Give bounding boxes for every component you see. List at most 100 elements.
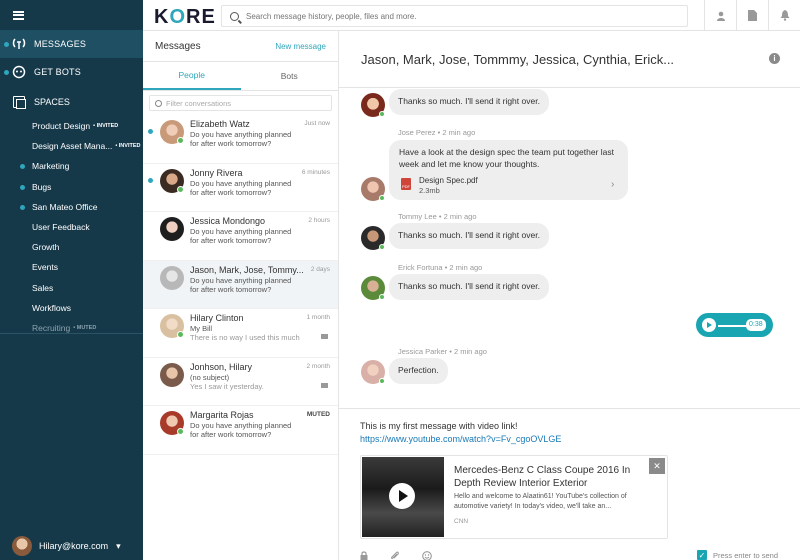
nav-messages[interactable]: MESSAGES bbox=[0, 30, 143, 58]
space-item[interactable]: Product Design • INVITED bbox=[0, 116, 143, 136]
sender-name: Jessica Parker bbox=[398, 347, 448, 356]
message-meta: Erick Fortuna • 2 min ago bbox=[398, 263, 483, 272]
online-indicator bbox=[379, 111, 385, 117]
messages-icon bbox=[12, 37, 26, 51]
online-indicator bbox=[379, 378, 385, 384]
space-item[interactable]: Recruiting • MUTED bbox=[0, 318, 143, 338]
files-button[interactable] bbox=[736, 0, 768, 31]
unread-dot bbox=[148, 177, 153, 183]
divider bbox=[0, 333, 143, 334]
spaces-list: Product Design • INVITED Design Asset Mana… bbox=[0, 116, 143, 338]
message-bubble: Thanks so much. I'll send it right over. bbox=[389, 89, 549, 115]
conversation-item[interactable]: Jonhson, Hilary 2 month (no subject) Yes I … bbox=[143, 358, 338, 406]
sidebar: MESSAGES GET BOTS SPACES Product Design •… bbox=[0, 0, 143, 560]
composer[interactable]: This is my first message with video link… bbox=[339, 408, 800, 560]
press-enter-toggle[interactable]: ✓ Press enter to send bbox=[696, 550, 778, 560]
play-icon[interactable] bbox=[389, 483, 415, 509]
conversation-time: MUTED bbox=[306, 411, 330, 418]
chat-header: Jason, Mark, Jose, Tommmy, Jessica, Cynt… bbox=[339, 31, 800, 88]
conversation-item[interactable]: Jonny Rivera 6 minutes Do you have anythin… bbox=[143, 164, 338, 212]
preview-line-2: Yes I saw it yesterday. bbox=[190, 381, 264, 391]
preview-line-1: Do you have anything planned bbox=[190, 130, 292, 139]
new-message-link[interactable]: New message bbox=[275, 42, 326, 51]
conversation-time: 2 hours bbox=[308, 217, 330, 224]
conversation-item[interactable]: Margarita Rojas MUTED Do you have anything… bbox=[143, 406, 338, 455]
conversation-item[interactable]: Jessica Mondongo 2 hours Do you have anyth… bbox=[143, 212, 338, 261]
panel-title: Messages bbox=[155, 40, 201, 52]
info-icon[interactable]: i bbox=[769, 53, 780, 64]
composer-link[interactable]: https://www.youtube.com/watch?v=Fv_cgoOV… bbox=[360, 434, 561, 444]
menu-icon[interactable] bbox=[13, 10, 24, 20]
avatar bbox=[160, 265, 184, 290]
message-bubble: Perfection. bbox=[389, 358, 448, 384]
spaces-header[interactable]: SPACES bbox=[0, 88, 143, 116]
conversation-panel: Messages New message People Bots Filter … bbox=[143, 31, 339, 560]
search-box[interactable] bbox=[221, 5, 688, 27]
unread-dot bbox=[20, 184, 25, 190]
attachment-name[interactable]: Design Spec.pdf bbox=[419, 176, 478, 185]
space-item[interactable]: User Feedback bbox=[0, 217, 143, 237]
nav-get-bots[interactable]: GET BOTS bbox=[0, 58, 143, 86]
conversation-time: 6 minutes bbox=[301, 168, 330, 176]
conversation-name: Jonhson, Hilary bbox=[190, 361, 253, 372]
conversation-item[interactable]: Elizabeth Watz Just now Do you have anythi… bbox=[143, 115, 338, 164]
online-indicator bbox=[177, 185, 184, 193]
mail-icon bbox=[321, 382, 328, 388]
conversation-time: 2 days bbox=[310, 265, 330, 273]
preview-line-2: for after work tomorrow? bbox=[190, 187, 272, 197]
tab-people[interactable]: People bbox=[143, 62, 241, 90]
checkbox-checked[interactable]: ✓ bbox=[696, 550, 707, 560]
link-preview-card[interactable]: Mercedes-Benz C Class Coupe 2016 In Dept… bbox=[360, 455, 668, 539]
voice-message[interactable]: 0:38 bbox=[696, 313, 773, 337]
bots-icon bbox=[12, 65, 26, 79]
avatar bbox=[160, 217, 184, 241]
online-indicator bbox=[177, 428, 184, 435]
online-indicator bbox=[379, 195, 385, 201]
conversation-name: Jason, Mark, Jose, Tommy... bbox=[190, 264, 304, 275]
space-label: Events bbox=[32, 262, 58, 273]
search-input[interactable] bbox=[246, 11, 666, 21]
remove-preview-button[interactable]: ✕ bbox=[649, 458, 665, 474]
logo: KORE bbox=[154, 6, 216, 28]
online-indicator bbox=[177, 331, 184, 338]
chevron-down-icon: ▾ bbox=[116, 540, 121, 551]
space-item[interactable]: Marketing bbox=[0, 156, 143, 176]
play-icon[interactable] bbox=[702, 318, 716, 332]
notifications-button[interactable] bbox=[768, 0, 800, 31]
space-label: Marketing bbox=[32, 161, 70, 172]
avatar bbox=[160, 362, 184, 387]
unread-dot bbox=[20, 204, 25, 210]
space-item[interactable]: San Mateo Office bbox=[0, 197, 143, 217]
space-item[interactable]: Workflows bbox=[0, 298, 143, 318]
chevron-right-icon[interactable]: › bbox=[611, 179, 614, 190]
message-meta: Tommy Lee • 2 min ago bbox=[398, 212, 477, 221]
message-meta: Jessica Parker • 2 min ago bbox=[398, 347, 487, 356]
composer-text[interactable]: This is my first message with video link… bbox=[360, 421, 518, 431]
filter-input[interactable]: Filter conversations bbox=[149, 95, 332, 111]
unread-dot bbox=[20, 164, 25, 170]
space-item[interactable]: Events bbox=[0, 257, 143, 277]
space-item[interactable]: Design Asset Mana... • INVITED bbox=[0, 136, 143, 156]
conversation-name: Jessica Mondongo bbox=[190, 216, 266, 226]
user-menu[interactable]: Hilary@kore.com ▾ bbox=[0, 532, 143, 560]
emoji-icon[interactable] bbox=[422, 551, 432, 560]
conversation-item[interactable]: Jason, Mark, Jose, Tommy... 2 days Do you … bbox=[143, 260, 338, 309]
profile-button[interactable] bbox=[704, 0, 736, 31]
video-thumbnail[interactable] bbox=[362, 457, 444, 537]
tab-bots[interactable]: Bots bbox=[241, 62, 339, 90]
space-label: Product Design bbox=[32, 121, 91, 132]
search-icon bbox=[155, 99, 162, 107]
spaces-icon bbox=[13, 96, 26, 109]
space-item[interactable]: Growth bbox=[0, 237, 143, 257]
lock-icon[interactable] bbox=[360, 551, 368, 560]
conversation-item[interactable]: Hilary Clinton 1 month My Bill There is no … bbox=[143, 309, 338, 358]
attach-icon[interactable] bbox=[390, 551, 400, 560]
space-item[interactable]: Sales bbox=[0, 278, 143, 298]
nav-label: GET BOTS bbox=[34, 67, 81, 77]
space-label: Workflows bbox=[32, 302, 72, 313]
search-icon bbox=[230, 11, 239, 21]
preview-line-2: for after work tomorrow? bbox=[190, 236, 272, 245]
file-icon bbox=[748, 10, 757, 21]
unread-dot bbox=[148, 129, 153, 134]
space-item[interactable]: Bugs bbox=[0, 177, 143, 197]
